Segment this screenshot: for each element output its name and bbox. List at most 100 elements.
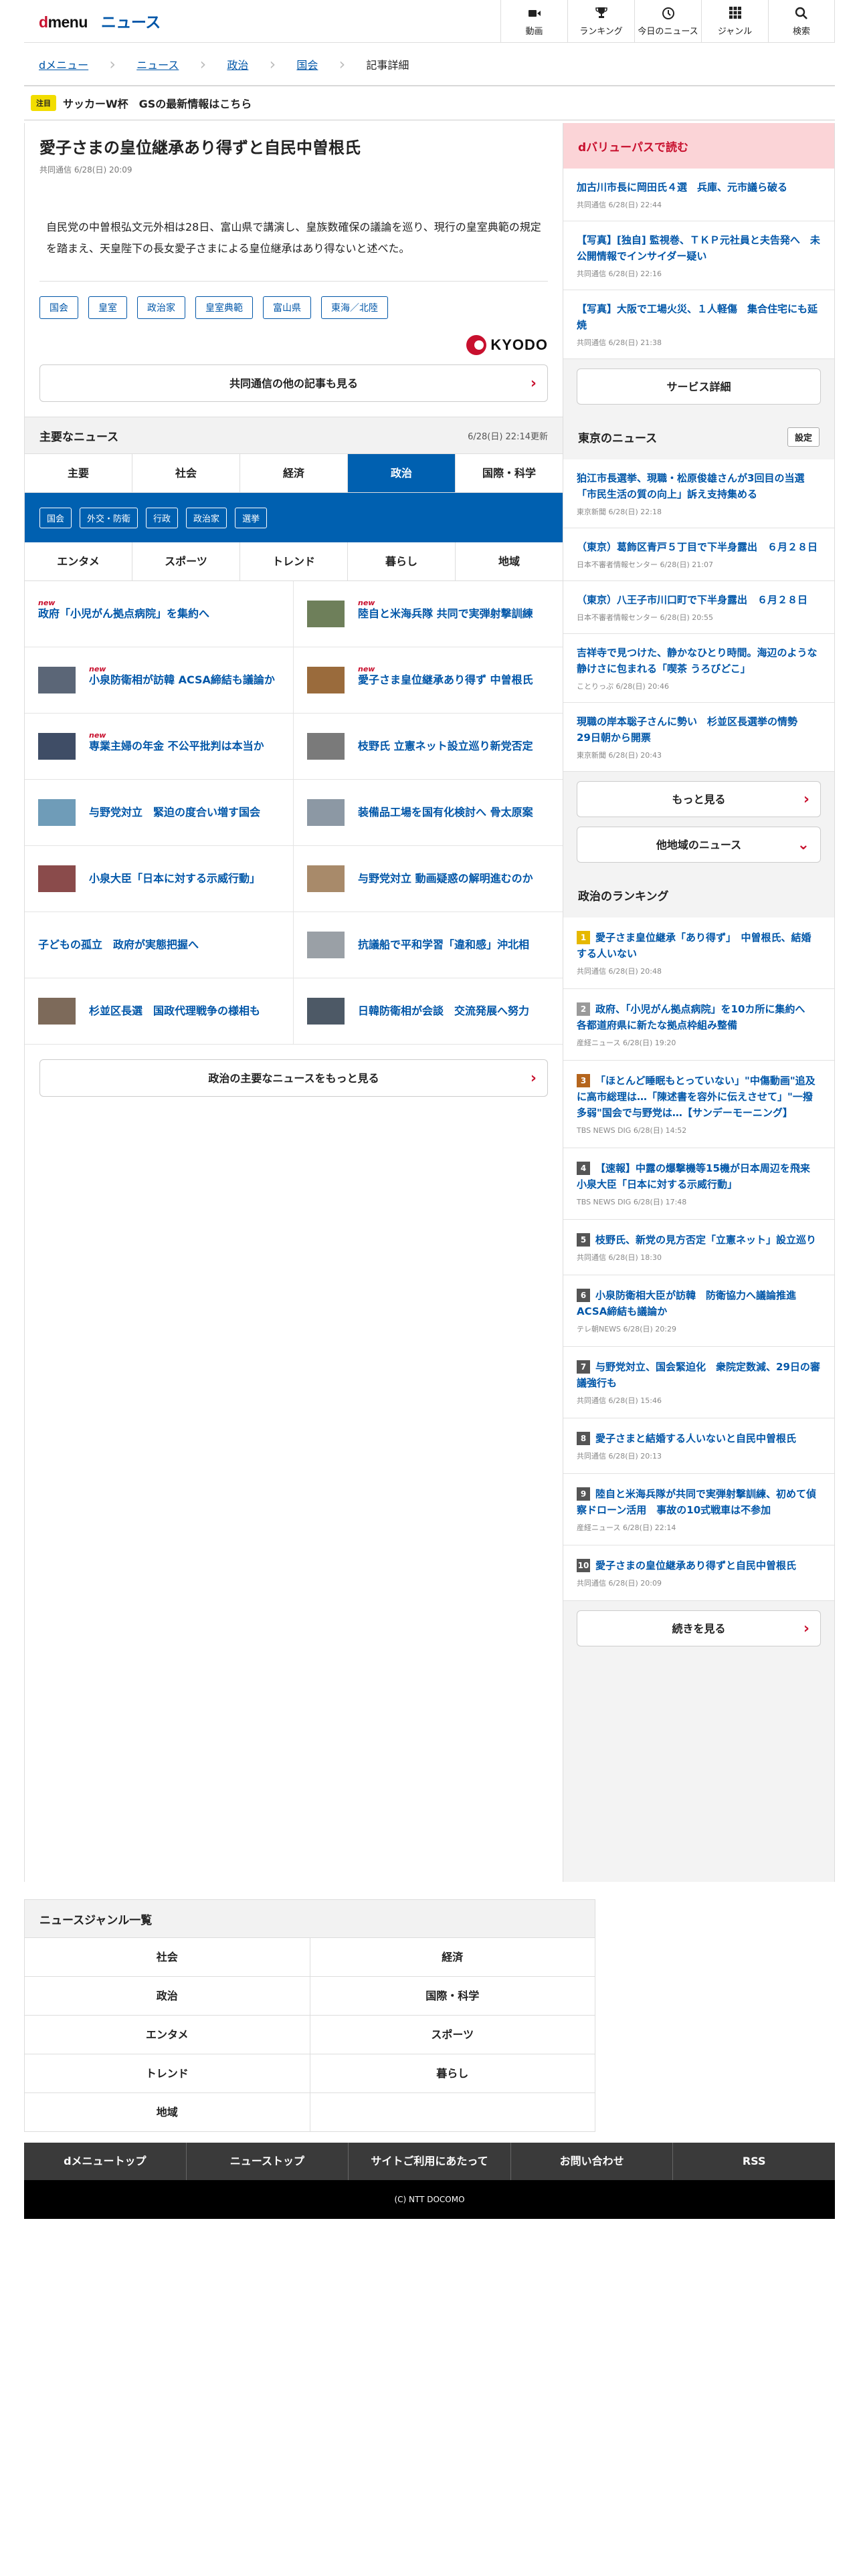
article-tag[interactable]: 皇室典範 bbox=[195, 296, 253, 320]
news-item-title[interactable]: 専業主婦の年金 不公平批判は本当か bbox=[89, 739, 264, 754]
provider-more-button[interactable]: 共同通信の他の記事も見る › bbox=[39, 364, 548, 403]
news-item-title[interactable]: 枝野氏 立憲ネット設立巡り新党否定 bbox=[358, 739, 533, 754]
ranking-item-title[interactable]: 愛子さま皇位継承「あり得ず」 中曽根氏、結婚する人いない bbox=[577, 932, 812, 960]
footer-news-top[interactable]: ニューストップ bbox=[187, 2143, 349, 2180]
news-item[interactable]: 小泉大臣「日本に対する示威行動」 bbox=[25, 846, 294, 913]
news-item[interactable]: 与野党対立 緊迫の度合い増す国会 bbox=[25, 780, 294, 847]
ranking-title[interactable]: 4 【速報】中露の爆撃機等15機が日本周辺を飛来 小泉大臣「日本に対する示威行動」 bbox=[577, 1160, 821, 1192]
footer-rss[interactable]: RSS bbox=[673, 2143, 835, 2180]
news-item[interactable]: 子どもの孤立 政府が実態把握へ bbox=[25, 912, 294, 979]
article-tag[interactable]: 富山県 bbox=[263, 296, 311, 320]
news-item-title[interactable]: 杉並区長選 国政代理戦争の様相も bbox=[89, 1004, 260, 1018]
ranking-item[interactable]: 9 陸自と米海兵隊が共同で実弾射撃訓練、初めて偵察ドローン活用 事故の10式戦車は… bbox=[563, 1474, 834, 1545]
tab-society[interactable]: 社会 bbox=[132, 454, 240, 493]
notice-bar[interactable]: 注目 サッカーW杯 GSの最新情報はこちら bbox=[24, 86, 835, 120]
footer-dmenu-top[interactable]: dメニュートップ bbox=[24, 2143, 187, 2180]
subtag-diet[interactable]: 国会 bbox=[39, 507, 72, 528]
politics-more-button[interactable]: 政治の主要なニュースをもっと見る › bbox=[39, 1059, 548, 1097]
footer-terms[interactable]: サイトご利用にあたって bbox=[349, 2143, 511, 2180]
side-news-item[interactable]: 吉祥寺で見つけた、静かなひとり時間。海辺のような静けさに包まれる「喫茶 うろびど… bbox=[563, 634, 834, 703]
news-item[interactable]: 抗議船で平和学習「違和感」沖北相 bbox=[294, 912, 563, 979]
news-item-title[interactable]: 子どもの孤立 政府が実態把握へ bbox=[38, 938, 199, 952]
tab-life[interactable]: 暮らし bbox=[348, 542, 456, 581]
tab-international[interactable]: 国際・科学 bbox=[456, 454, 563, 492]
news-item[interactable]: 杉並区長選 国政代理戦争の様相も bbox=[25, 978, 294, 1045]
footer-contact[interactable]: お問い合わせ bbox=[511, 2143, 674, 2180]
nav-today[interactable]: 今日のニュース bbox=[634, 0, 701, 43]
side-news-item[interactable]: 加古川市長に岡田氏４選 兵庫、元市議ら破る 共同通信 6/28(日) 22:44 bbox=[563, 169, 834, 221]
subtag-administration[interactable]: 行政 bbox=[146, 507, 179, 528]
side-news-item[interactable]: （東京）葛飾区青戸５丁目で下半身露出 ６月２８日 日本不審者情報センター 6/28… bbox=[563, 528, 834, 581]
news-item-title[interactable]: 政府「小児がん拠点病院」を集約へ bbox=[38, 607, 209, 621]
side-news-item[interactable]: 【写真】[独自] 監視巻、ＴＫＰ元社員と夫告発へ 未公開情報でインサイダー疑い共… bbox=[563, 221, 834, 290]
tab-economy[interactable]: 経済 bbox=[240, 454, 348, 493]
side-news-title[interactable]: 狛江市長選挙、現職・松原俊雄さんが3回目の当選「市民生活の質の向上」訴え支持集め… bbox=[577, 470, 821, 502]
side-news-title[interactable]: 加古川市長に岡田氏４選 兵庫、元市議ら破る bbox=[577, 179, 821, 195]
news-item[interactable]: new 政府「小児がん拠点病院」を集約へ bbox=[25, 581, 294, 648]
nav-search[interactable]: 検索 bbox=[768, 0, 835, 43]
news-item[interactable]: new 愛子さま皇位継承あり得ず 中曽根氏 bbox=[294, 647, 563, 714]
subtag-elections[interactable]: 選挙 bbox=[235, 507, 268, 528]
side-news-item[interactable]: 現職の岸本聡子さんに勢い 杉並区長選挙の情勢 29日朝から開票 東京新聞 6/28… bbox=[563, 703, 834, 772]
ranking-item-title[interactable]: 小泉防衛相大臣が訪韓 防衛協力へ議論推進 ACSA締結も議論か bbox=[577, 1289, 796, 1317]
news-item-title[interactable]: 与野党対立 緊迫の度合い増す国会 bbox=[89, 805, 260, 820]
tab-local[interactable]: 地域 bbox=[456, 542, 563, 580]
article-tag[interactable]: 国会 bbox=[39, 296, 78, 320]
ranking-item[interactable]: 8 愛子さまと結婚する人いないと自民中曽根氏 共同通信 6/28(日) 20:13 bbox=[563, 1418, 834, 1474]
ranking-item[interactable]: 1 愛子さま皇位継承「あり得ず」 中曽根氏、結婚する人いない 共同通信 6/28(日… bbox=[563, 918, 834, 989]
genre-link[interactable]: スポーツ bbox=[310, 2016, 595, 2054]
other-region-button[interactable]: 他地域のニュース ⌄ bbox=[577, 827, 821, 863]
ranking-title[interactable]: 9 陸自と米海兵隊が共同で実弾射撃訓練、初めて偵察ドローン活用 事故の10式戦車は… bbox=[577, 1486, 821, 1518]
tokyo-more-button[interactable]: もっと見る › bbox=[577, 781, 821, 817]
tab-entertainment[interactable]: エンタメ bbox=[25, 542, 132, 581]
ranking-title[interactable]: 10 愛子さまの皇位継承あり得ずと自民中曽根氏 bbox=[577, 1558, 821, 1574]
news-item-title[interactable]: 抗議船で平和学習「違和感」沖北相 bbox=[358, 938, 529, 952]
ranking-item-title[interactable]: 枝野氏、新党の見方否定「立憲ネット」設立巡り bbox=[595, 1234, 816, 1246]
ranking-title[interactable]: 2 政府、「小児がん拠点病院」を10カ所に集約へ 各都道府県に新たな拠点枠組み整備 bbox=[577, 1001, 821, 1033]
tab-politics[interactable]: 政治 bbox=[348, 454, 456, 493]
breadcrumb-news[interactable]: ニュース bbox=[136, 56, 179, 72]
news-item-title[interactable]: 与野党対立 動画疑惑の解明進むのか bbox=[358, 871, 533, 886]
tab-sports[interactable]: スポーツ bbox=[132, 542, 240, 581]
ranking-item-title[interactable]: 与野党対立、国会緊迫化 衆院定数減、29日の審議強行も bbox=[577, 1361, 820, 1389]
nav-genre[interactable]: ジャンル bbox=[701, 0, 768, 43]
ranking-item[interactable]: 7 与野党対立、国会緊迫化 衆院定数減、29日の審議強行も 共同通信 6/28(日)… bbox=[563, 1347, 834, 1418]
article-tag[interactable]: 政治家 bbox=[137, 296, 185, 320]
ranking-item[interactable]: 4 【速報】中露の爆撃機等15機が日本周辺を飛来 小泉大臣「日本に対する示威行動」… bbox=[563, 1148, 834, 1220]
genre-link[interactable]: 経済 bbox=[310, 1938, 595, 1977]
news-item[interactable]: new 専業主婦の年金 不公平批判は本当か bbox=[25, 714, 294, 780]
news-item[interactable]: 日韓防衛相が会談 交流発展へ努力 bbox=[294, 978, 563, 1045]
breadcrumb-politics[interactable]: 政治 bbox=[227, 56, 248, 72]
ranking-item-title[interactable]: 【速報】中露の爆撃機等15機が日本周辺を飛来 小泉大臣「日本に対する示威行動」 bbox=[577, 1162, 820, 1190]
ranking-item[interactable]: 3 「ほとんど睡眠もとっていない」"中傷動画"追及に高市総理は…「陳述書を容外に伝… bbox=[563, 1061, 834, 1148]
side-news-item[interactable]: 狛江市長選挙、現職・松原俊雄さんが3回目の当選「市民生活の質の向上」訴え支持集め… bbox=[563, 459, 834, 528]
news-item[interactable]: 装備品工場を国有化検討へ 骨太原案 bbox=[294, 780, 563, 847]
article-tag[interactable]: 東海／北陸 bbox=[321, 296, 388, 320]
side-news-title[interactable]: 【写真】大阪で工場火災、１人軽傷 集合住宅にも延焼 bbox=[577, 301, 821, 333]
ranking-item[interactable]: 10 愛子さまの皇位継承あり得ずと自民中曽根氏 共同通信 6/28(日) 20:09 bbox=[563, 1545, 834, 1601]
ranking-item-title[interactable]: 愛子さまの皇位継承あり得ずと自民中曽根氏 bbox=[595, 1560, 796, 1572]
ranking-title[interactable]: 6 小泉防衛相大臣が訪韓 防衛協力へ議論推進 ACSA締結も議論か bbox=[577, 1287, 821, 1319]
side-news-title[interactable]: （東京）八王子市川口町で下半身露出 ６月２８日 bbox=[577, 592, 821, 608]
article-tag[interactable]: 皇室 bbox=[88, 296, 127, 320]
side-news-title[interactable]: 吉祥寺で見つけた、静かなひとり時間。海辺のような静けさに包まれる「喫茶 うろびど… bbox=[577, 645, 821, 677]
news-item-title[interactable]: 日韓防衛相が会談 交流発展へ努力 bbox=[358, 1004, 529, 1018]
ranking-title[interactable]: 8 愛子さまと結婚する人いないと自民中曽根氏 bbox=[577, 1430, 821, 1446]
side-news-title[interactable]: （東京）葛飾区青戸５丁目で下半身露出 ６月２８日 bbox=[577, 539, 821, 555]
side-news-title[interactable]: 現職の岸本聡子さんに勢い 杉並区長選挙の情勢 29日朝から開票 bbox=[577, 714, 821, 746]
news-item-title[interactable]: 愛子さま皇位継承あり得ず 中曽根氏 bbox=[358, 673, 533, 687]
tab-trend[interactable]: トレンド bbox=[240, 542, 348, 581]
news-item-title[interactable]: 装備品工場を国有化検討へ 骨太原案 bbox=[358, 805, 533, 820]
news-item[interactable]: new 小泉防衛相が訪韓 ACSA締結も議論か bbox=[25, 647, 294, 714]
genre-link[interactable]: 暮らし bbox=[310, 2054, 595, 2093]
dmenu-logo[interactable]: dmenu ニュース bbox=[39, 9, 161, 32]
notice-text[interactable]: サッカーW杯 GSの最新情報はこちら bbox=[63, 95, 252, 111]
service-name[interactable]: ニュース bbox=[101, 13, 161, 31]
ranking-title[interactable]: 1 愛子さま皇位継承「あり得ず」 中曽根氏、結婚する人いない bbox=[577, 930, 821, 962]
ranking-item-title[interactable]: 愛子さまと結婚する人いないと自民中曽根氏 bbox=[595, 1432, 796, 1444]
news-item[interactable]: 与野党対立 動画疑惑の解明進むのか bbox=[294, 846, 563, 913]
news-item[interactable]: 枝野氏 立憲ネット設立巡り新党否定 bbox=[294, 714, 563, 780]
tab-main[interactable]: 主要 bbox=[25, 454, 132, 493]
service-detail-button[interactable]: サービス詳細 bbox=[577, 368, 821, 405]
genre-link[interactable]: 地域 bbox=[25, 2093, 310, 2132]
